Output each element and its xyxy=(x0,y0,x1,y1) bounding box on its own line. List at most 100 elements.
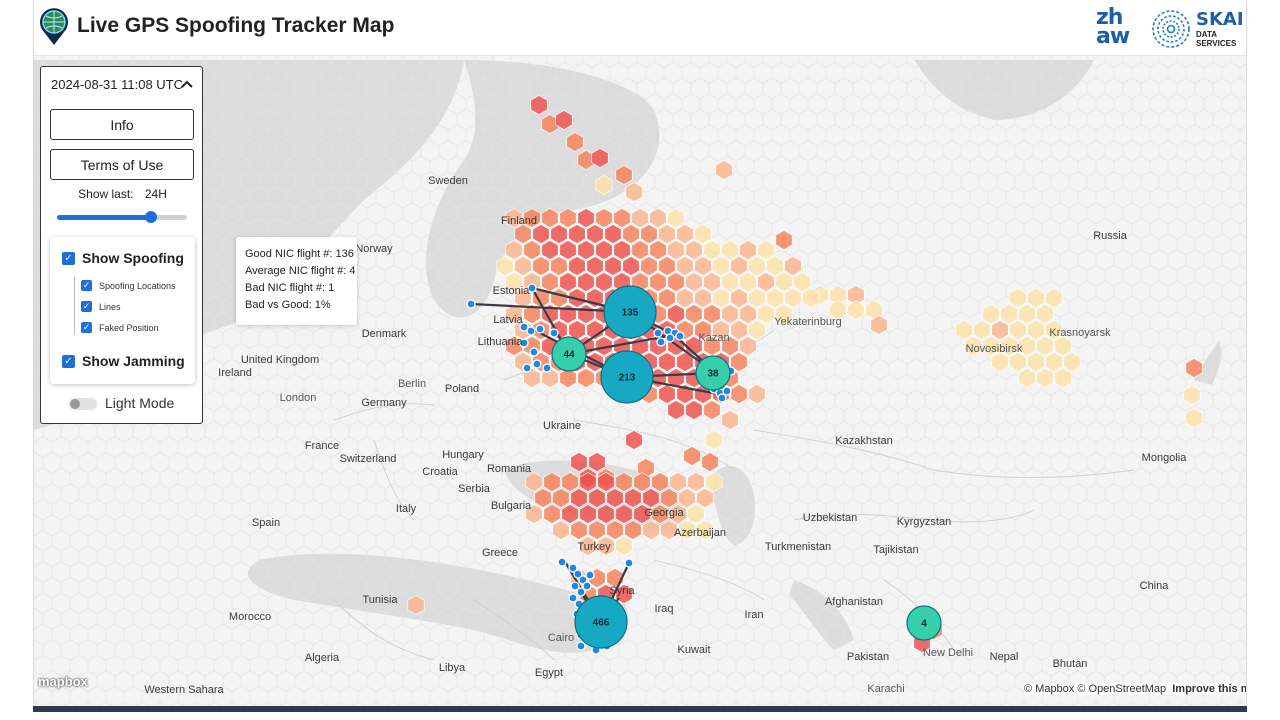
country-label: Iraq xyxy=(654,603,674,615)
spoofing-point[interactable] xyxy=(526,326,536,336)
faked-position-checkbox[interactable]: ✓ xyxy=(81,322,92,333)
lines-label: Lines xyxy=(99,302,121,312)
country-label: Serbia xyxy=(458,483,490,495)
layer-options: ✓ Show Spoofing ✓ Spoofing Locations ✓ L… xyxy=(50,237,195,384)
show-spoofing-label: Show Spoofing xyxy=(82,250,184,266)
cluster-count: 135 xyxy=(622,308,639,319)
spoofing-point[interactable] xyxy=(624,558,634,568)
spoofing-locations-checkbox[interactable]: ✓ xyxy=(81,280,92,291)
light-mode-label: Light Mode xyxy=(105,395,175,411)
country-label: Uzbekistan xyxy=(802,512,858,524)
improve-map-link[interactable]: Improve this map xyxy=(1172,683,1246,695)
country-label: Romania xyxy=(486,463,532,475)
spoofing-point[interactable] xyxy=(542,363,552,373)
country-label: Kazakhstan xyxy=(835,435,893,447)
country-label: Afghanistan xyxy=(824,596,884,608)
country-label: Bulgaria xyxy=(490,500,532,512)
country-label: Mongolia xyxy=(1141,452,1187,464)
faked-position-label: Faked Position xyxy=(99,323,159,333)
country-label: Estonia xyxy=(492,285,530,297)
spoofing-point[interactable] xyxy=(535,324,545,334)
country-label: Morocco xyxy=(228,611,272,623)
app-window: Live GPS Spoofing Tracker Map zh aw SKAI… xyxy=(33,0,1247,712)
country-label: Pakistan xyxy=(846,651,890,663)
city-label: London xyxy=(279,392,317,404)
show-last-label: Show last: xyxy=(78,187,134,201)
country-label: Kyrgyzstan xyxy=(896,516,952,528)
country-label: Syria xyxy=(609,585,635,597)
chevron-up-icon[interactable] xyxy=(181,79,193,89)
country-label: Russia xyxy=(1093,230,1127,242)
map-layer: 135 44 213 38 466 4 xyxy=(34,56,1246,706)
country-label: Italy xyxy=(395,503,417,515)
country-label: Libya xyxy=(438,662,466,674)
country-label: Tajikistan xyxy=(873,544,919,556)
spoofing-point[interactable] xyxy=(675,331,685,341)
spoofing-point[interactable] xyxy=(717,393,727,403)
spoofing-point[interactable] xyxy=(665,333,675,343)
spoofing-point[interactable] xyxy=(522,363,532,373)
country-label: Bhutan xyxy=(1052,658,1088,670)
country-label: Germany xyxy=(361,397,407,409)
spoofing-point[interactable] xyxy=(585,570,595,580)
light-mode-toggle[interactable] xyxy=(69,398,97,410)
control-panel: 2024-08-31 11:08 UTC Info Terms of Use S… xyxy=(40,66,203,424)
show-last-value: 24H xyxy=(144,187,167,201)
spoofing-point[interactable] xyxy=(466,299,476,309)
country-label: Norway xyxy=(355,243,393,255)
city-label: Cairo xyxy=(547,632,575,644)
terms-of-use-button[interactable]: Terms of Use xyxy=(50,149,194,180)
sub-options-divider xyxy=(74,277,75,335)
country-label: Switzerland xyxy=(339,453,397,465)
country-label: Algeria xyxy=(304,652,340,664)
slider-thumb[interactable] xyxy=(144,211,157,223)
spoofing-point[interactable] xyxy=(656,337,666,347)
country-label: Kuwait xyxy=(677,644,711,656)
country-label: Greece xyxy=(481,547,519,559)
map-canvas[interactable]: 135 44 213 38 466 4 Sweden Finland Norway Estoni… xyxy=(34,56,1246,706)
show-jamming-checkbox[interactable]: ✓ xyxy=(62,355,75,368)
country-label: Sweden xyxy=(428,175,468,187)
tooltip-bad-vs-good: Bad vs Good: 1% xyxy=(245,299,331,311)
skai-subtitle: DATA SERVICES xyxy=(1196,30,1237,48)
cluster-count: 44 xyxy=(563,350,575,361)
toggle-knob xyxy=(70,399,80,409)
zhaw-logo: zh aw xyxy=(1096,7,1140,52)
spoofing-point[interactable] xyxy=(653,328,663,338)
spoofing-locations-label: Spoofing Locations xyxy=(99,281,176,291)
info-button[interactable]: Info xyxy=(50,109,194,140)
country-label: Nepal xyxy=(989,651,1019,663)
mapbox-logo[interactable]: mapbox xyxy=(38,674,88,689)
spoofing-point[interactable] xyxy=(557,557,567,567)
country-label: Latvia xyxy=(493,314,523,326)
country-label: Denmark xyxy=(361,328,407,340)
cluster-count: 4 xyxy=(921,619,927,630)
cluster-tooltip: Good NIC flight #: 136 Average NIC fligh… xyxy=(236,237,357,325)
country-label: France xyxy=(304,440,340,452)
country-label: China xyxy=(1139,580,1169,592)
city-label: Novosibirsk xyxy=(965,343,1023,355)
attribution-text[interactable]: © Mapbox © OpenStreetMap xyxy=(1024,683,1166,695)
show-last-row: Show last: 24H xyxy=(41,187,204,201)
spoofing-point[interactable] xyxy=(722,386,732,396)
country-label: Ukraine xyxy=(543,420,581,432)
bottom-bar xyxy=(33,706,1247,712)
spoofing-point[interactable] xyxy=(582,581,592,591)
country-label: Egypt xyxy=(534,667,564,679)
country-label: United Kingdom xyxy=(240,354,320,366)
tooltip-bad-nic: Bad NIC flight #: 1 xyxy=(245,282,335,294)
globe-pin-icon xyxy=(40,8,68,45)
spoofing-point[interactable] xyxy=(549,328,559,338)
page-title: Live GPS Spoofing Tracker Map xyxy=(77,14,395,37)
app-header: Live GPS Spoofing Tracker Map zh aw SKAI… xyxy=(34,0,1246,56)
show-spoofing-checkbox[interactable]: ✓ xyxy=(62,252,75,265)
cluster-count: 213 xyxy=(619,373,636,384)
lines-checkbox[interactable]: ✓ xyxy=(81,301,92,312)
tooltip-good-nic: Good NIC flight #: 136 xyxy=(245,248,354,260)
time-range-slider[interactable] xyxy=(57,209,187,225)
spoofing-point[interactable] xyxy=(529,347,539,357)
spoofing-point[interactable] xyxy=(532,359,542,369)
city-label: Kazan xyxy=(698,332,730,344)
spoofing-point[interactable] xyxy=(576,641,586,651)
country-label: Finland xyxy=(500,215,538,227)
